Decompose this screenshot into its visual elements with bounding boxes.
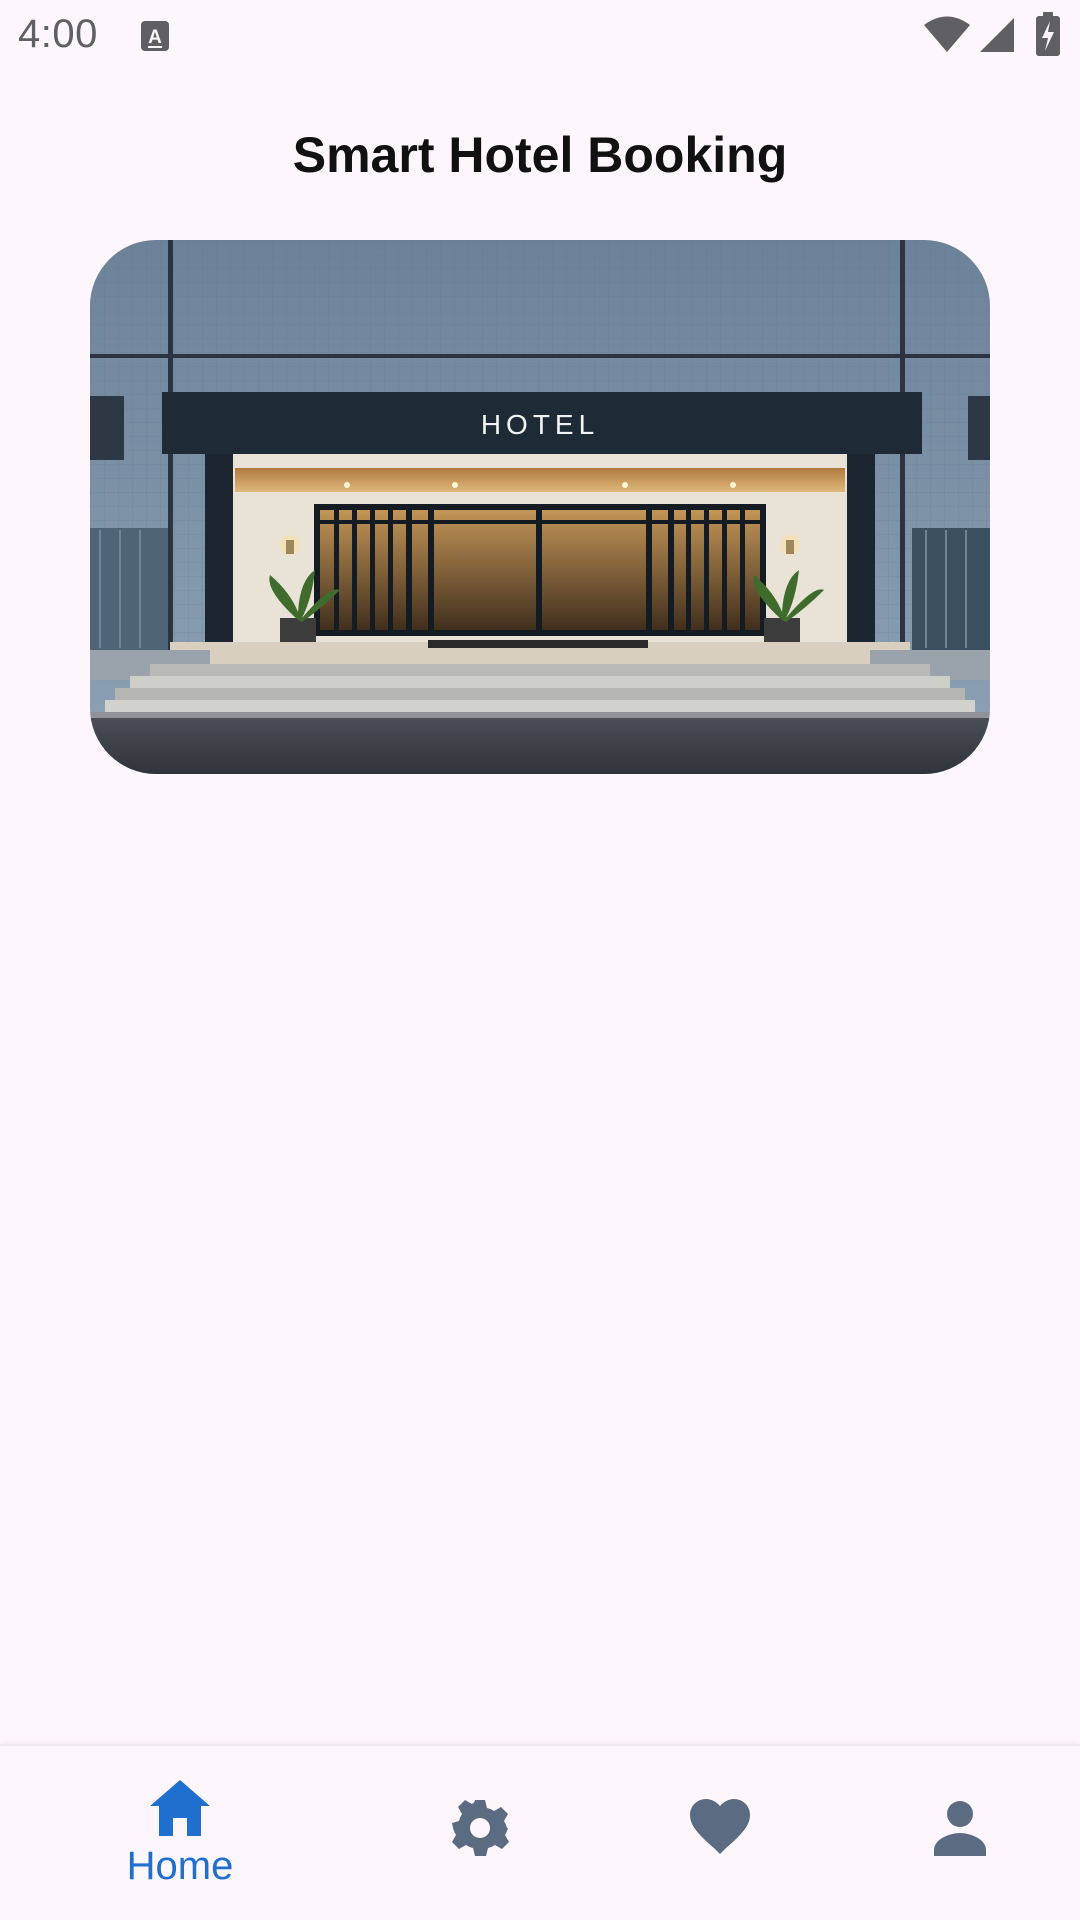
- page-title: Smart Hotel Booking: [292, 127, 788, 183]
- signal-icon: [980, 18, 1014, 52]
- nav-home[interactable]: Home: [80, 1746, 280, 1920]
- status-time: 4:00: [18, 12, 98, 56]
- keyboard-a-icon: A: [141, 21, 169, 51]
- nav-favorites[interactable]: [620, 1746, 820, 1920]
- bottom-navigation: Home: [0, 1744, 1080, 1920]
- person-icon: [934, 1801, 986, 1856]
- hotel-sign-text: HOTEL: [481, 409, 599, 440]
- heart-icon: [690, 1799, 750, 1854]
- status-bar: 4:00 A: [0, 0, 1080, 76]
- wifi-icon: [924, 16, 970, 52]
- home-icon: [150, 1780, 210, 1836]
- gear-icon: [452, 1800, 509, 1856]
- nav-home-label: Home: [126, 1844, 234, 1888]
- battery-charging-icon: [1036, 12, 1060, 56]
- svg-text:A: A: [148, 27, 162, 48]
- hotel-entrance-image: HOTEL: [90, 240, 990, 774]
- nav-profile[interactable]: [860, 1746, 1060, 1920]
- nav-settings[interactable]: [380, 1746, 580, 1920]
